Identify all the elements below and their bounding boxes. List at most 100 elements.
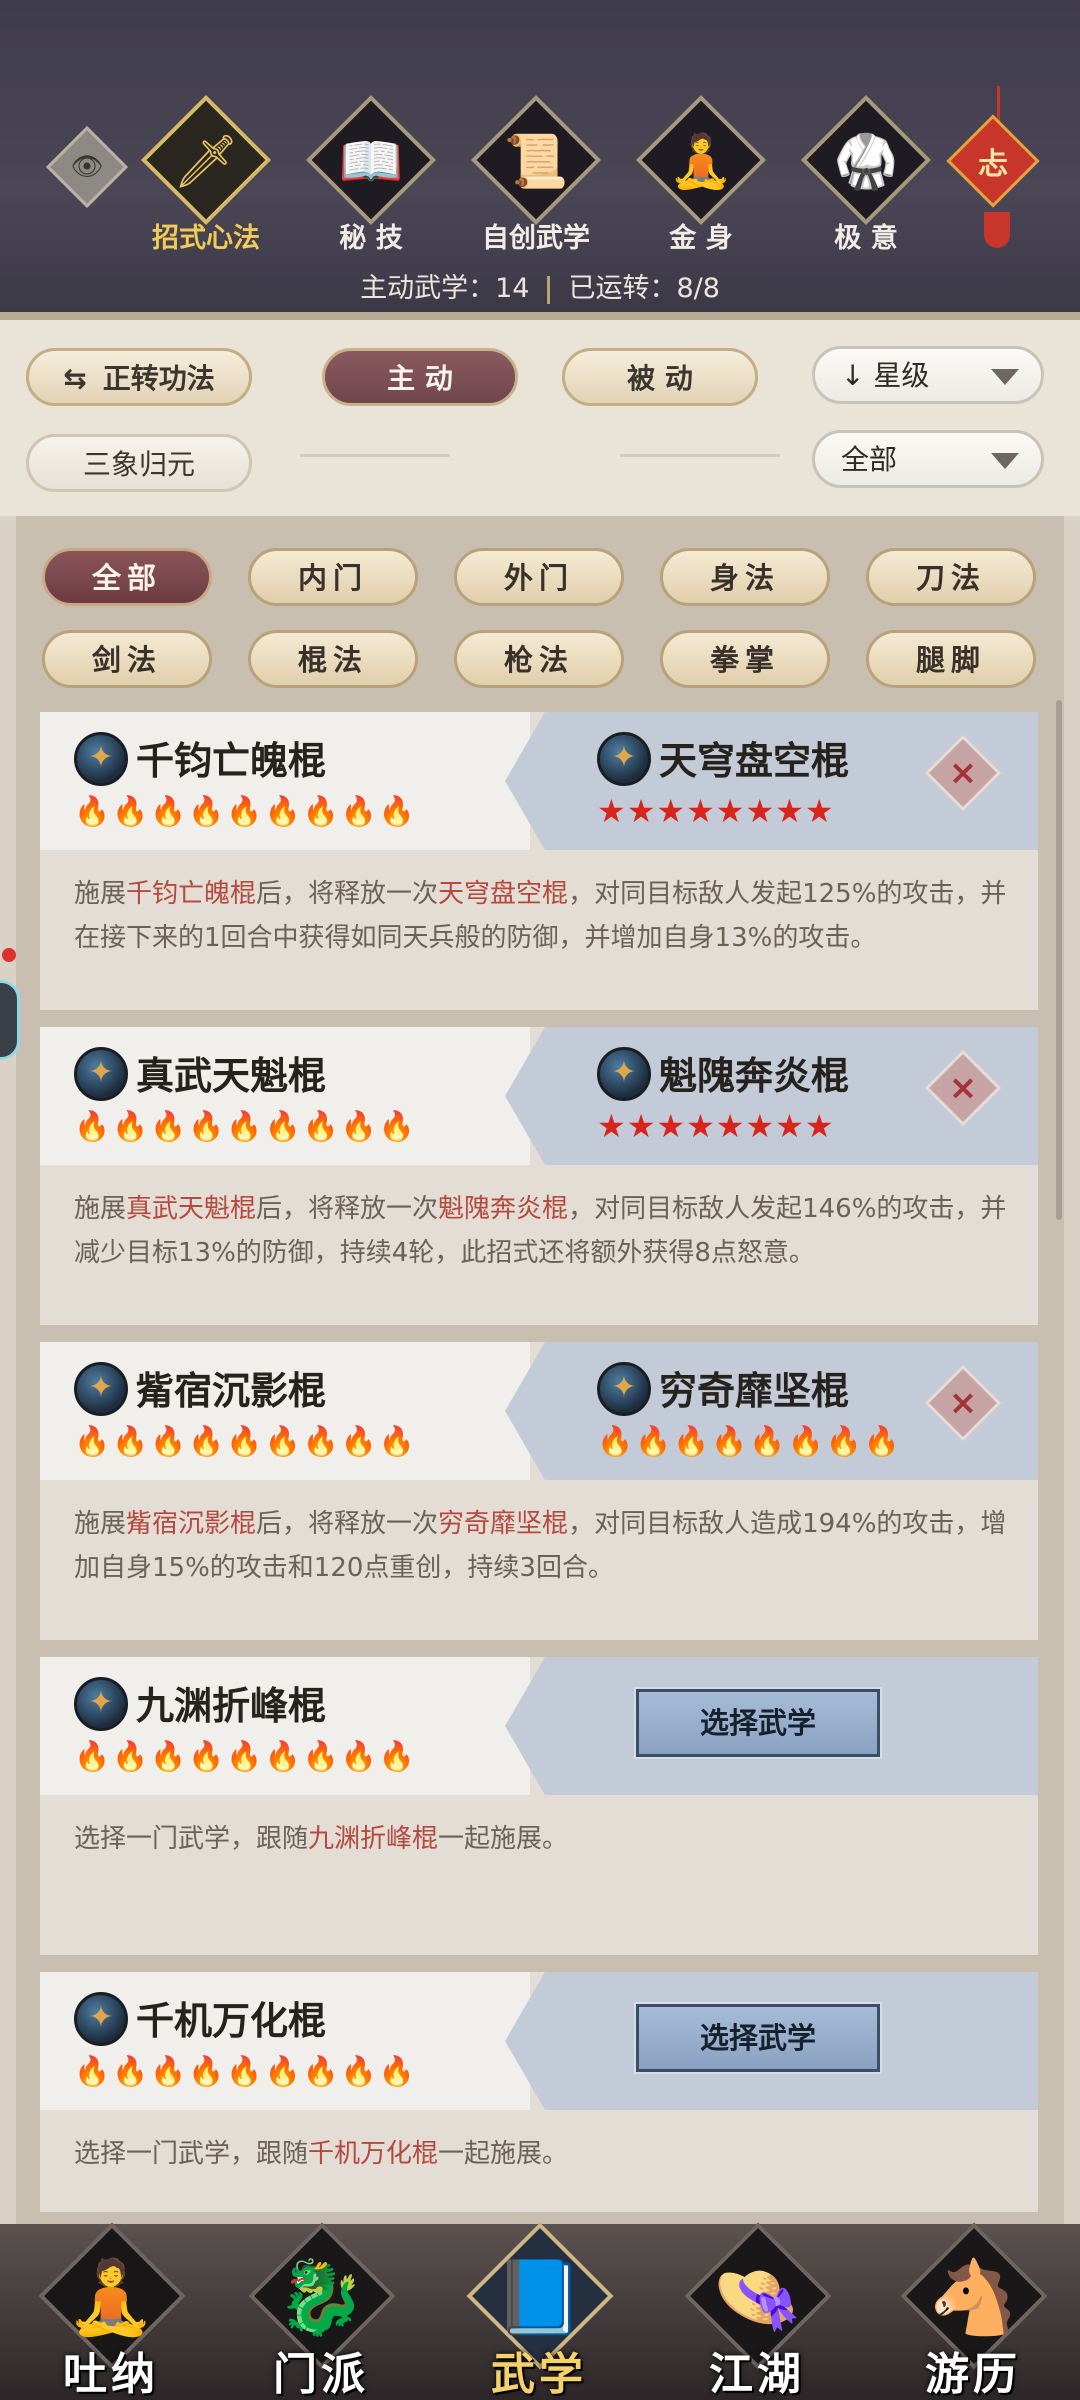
desc-highlight: 千钧亡魄棍 — [126, 879, 257, 909]
close-icon: × — [948, 1068, 978, 1108]
primary-skill-name: 九渊折峰棍 — [136, 1684, 327, 1728]
divider-ornament-left — [300, 454, 450, 457]
nav-label: 门派 — [273, 2349, 369, 2400]
scroll-icon: 📜 — [503, 132, 569, 192]
scrollbar[interactable] — [1056, 700, 1062, 1220]
martial-book-icon: 📘 — [494, 2255, 584, 2339]
straw-hat-icon: 👒 — [712, 2255, 802, 2339]
staff-skill-icon: ✦ — [597, 1047, 651, 1101]
nav-label: 武学 — [491, 2349, 587, 2400]
side-drawer-handle[interactable] — [0, 980, 20, 1060]
skill-combo-card: ✦ 真武天魁棍 🔥🔥🔥🔥🔥🔥🔥🔥🔥 ✦ 魁隗奔炎棍 ★★★★★★★★ × 施展真… — [40, 1027, 1038, 1325]
tab-moves-and-methods[interactable]: 🗡 招式心法 — [136, 94, 276, 254]
tab-self-created[interactable]: 📜 自创武学 — [466, 94, 606, 254]
desc-highlight: 天穹盘空棍 — [438, 879, 569, 909]
type-tag-outer[interactable]: 外门 — [454, 548, 624, 606]
sort-label: 星级 — [873, 359, 930, 392]
desc-highlight: 觜宿沉影棍 — [126, 1509, 257, 1539]
notification-dot — [2, 948, 16, 962]
close-icon: × — [948, 1383, 978, 1423]
nav-travel[interactable]: 🐴 游历 — [898, 2222, 1048, 2400]
primary-skill-name: 真武天魁棍 — [136, 1054, 327, 1098]
type-tag-staff[interactable]: 棍法 — [248, 630, 418, 688]
flame-rating: 🔥🔥🔥🔥🔥🔥🔥🔥🔥 — [74, 1109, 417, 1143]
skill-description: 选择一门武学，跟随九渊折峰棍一起施展。 — [74, 1817, 1014, 1861]
type-tag-all[interactable]: 全部 — [42, 548, 212, 606]
linked-skill-name: 穷奇靡坚棍 — [659, 1369, 850, 1413]
staff-skill-icon: ✦ — [74, 1047, 128, 1101]
tab-ultimate-intent[interactable]: 🥋 极 意 — [796, 94, 936, 254]
type-tag-leg[interactable]: 腿脚 — [866, 630, 1036, 688]
staff-skill-icon: ✦ — [74, 732, 128, 786]
star-rating: ★★★★★★★★ — [597, 792, 835, 830]
primary-skill-name: 千机万化棍 — [136, 1999, 327, 2043]
type-tag-movement[interactable]: 身法 — [660, 548, 830, 606]
desc-text: 选择一门武学，跟随 — [74, 1824, 309, 1854]
view-toggle-button[interactable]: 👁 — [45, 125, 129, 209]
type-tag-sword[interactable]: 剑法 — [42, 630, 212, 688]
staff-skill-icon: ✦ — [74, 1677, 128, 1731]
tab-label: 自创武学 — [482, 223, 590, 254]
type-tag-inner[interactable]: 内门 — [248, 548, 418, 606]
skill-description: 施展真武天魁棍后，将释放一次魁隗奔炎棍，对同目标敌人发起146%的攻击，并减少目… — [74, 1187, 1014, 1275]
martial-stats: 主动武学：14 已运转：8/8 — [0, 266, 1080, 305]
type-tag-spear[interactable]: 枪法 — [454, 630, 624, 688]
skill-combo-card: ✦ 九渊折峰棍 🔥🔥🔥🔥🔥🔥🔥🔥🔥 选择武学 选择一门武学，跟随九渊折峰棍一起施… — [40, 1657, 1038, 1955]
chevron-down-icon — [991, 369, 1019, 385]
linked-skill-name: 天穹盘空棍 — [659, 739, 850, 783]
nav-sect[interactable]: 🐉 门派 — [246, 2222, 396, 2400]
linked-skill-name: 魁隗奔炎棍 — [659, 1054, 850, 1098]
select-martial-button[interactable]: 选择武学 — [634, 2002, 882, 2074]
tab-active-label: 主 动 — [387, 362, 453, 395]
eye-icon: 👁 — [70, 152, 104, 182]
primary-skill[interactable]: ✦ 觜宿沉影棍 🔥🔥🔥🔥🔥🔥🔥🔥🔥 — [40, 1342, 530, 1480]
desc-highlight: 千机万化棍 — [308, 2139, 439, 2169]
type-tag-fist[interactable]: 拳掌 — [660, 630, 830, 688]
nav-label: 游历 — [925, 2349, 1021, 2400]
filter-dropdown[interactable]: 全部 — [812, 430, 1044, 488]
skill-description: 施展千钧亡魄棍后，将释放一次天穹盘空棍，对同目标敌人发起125%的攻击，并在接下… — [74, 872, 1014, 960]
book-icon: 📖 — [338, 132, 404, 192]
header-divider — [0, 312, 1080, 320]
lucky-charm-button[interactable]: 忐 — [946, 114, 1040, 208]
desc-highlight: 真武天魁棍 — [126, 1194, 257, 1224]
sort-arrow-icon: ↓ — [841, 359, 865, 392]
primary-skill[interactable]: ✦ 真武天魁棍 🔥🔥🔥🔥🔥🔥🔥🔥🔥 — [40, 1027, 530, 1165]
flame-rating: 🔥🔥🔥🔥🔥🔥🔥🔥🔥 — [74, 1739, 417, 1773]
sort-dropdown[interactable]: ↓ 星级 — [812, 346, 1044, 404]
flame-rating: 🔥🔥🔥🔥🔥🔥🔥🔥🔥 — [74, 1424, 417, 1458]
tab-passive-label: 被 动 — [627, 362, 693, 395]
primary-skill[interactable]: ✦ 千机万化棍 🔥🔥🔥🔥🔥🔥🔥🔥🔥 — [40, 1972, 530, 2110]
skill-description: 施展觜宿沉影棍后，将释放一次穷奇靡坚棍，对同目标敌人造成194%的攻击，增加自身… — [74, 1502, 1014, 1590]
desc-text: 后，将释放一次 — [256, 879, 439, 909]
skill-description: 选择一门武学，跟随千机万化棍一起施展。 — [74, 2132, 1014, 2176]
tab-label: 金 身 — [669, 223, 733, 254]
charm-glyph: 忐 — [978, 147, 1008, 182]
desc-text: 施展 — [74, 879, 127, 909]
switch-method-button[interactable]: ⇆ 正转功法 — [26, 348, 252, 406]
sanxiang-button[interactable]: 三象归元 — [26, 434, 252, 492]
nav-tuna[interactable]: 🧘 吐纳 — [36, 2222, 186, 2400]
desc-highlight: 九渊折峰棍 — [308, 1824, 439, 1854]
primary-skill[interactable]: ✦ 千钧亡魄棍 🔥🔥🔥🔥🔥🔥🔥🔥🔥 — [40, 712, 530, 850]
primary-skill-name: 千钧亡魄棍 — [136, 739, 327, 783]
nav-jianghu[interactable]: 👒 江湖 — [682, 2222, 832, 2400]
close-icon: × — [948, 753, 978, 793]
staff-skill-icon: ✦ — [597, 732, 651, 786]
staff-skill-icon: ✦ — [74, 1992, 128, 2046]
skill-combo-card: ✦ 觜宿沉影棍 🔥🔥🔥🔥🔥🔥🔥🔥🔥 ✦ 穷奇靡坚棍 🔥🔥🔥🔥🔥🔥🔥🔥 × 施展觜… — [40, 1342, 1038, 1640]
skill-combo-card: ✦ 千钧亡魄棍 🔥🔥🔥🔥🔥🔥🔥🔥🔥 ✦ 天穹盘空棍 ★★★★★★★★ × 施展千… — [40, 712, 1038, 1010]
tab-label: 招式心法 — [152, 223, 260, 254]
tab-golden-body[interactable]: 🧘 金 身 — [631, 94, 771, 254]
type-tag-saber[interactable]: 刀法 — [866, 548, 1036, 606]
tab-passive-skills[interactable]: 被 动 — [562, 348, 758, 406]
tab-secret-skills[interactable]: 📖 秘 技 — [301, 94, 441, 254]
select-martial-button[interactable]: 选择武学 — [634, 1687, 882, 1759]
nav-martial-arts[interactable]: 📘 武学 — [464, 2222, 614, 2400]
tab-label: 秘 技 — [339, 223, 403, 254]
skill-combo-card: ✦ 千机万化棍 🔥🔥🔥🔥🔥🔥🔥🔥🔥 选择武学 选择一门武学，跟随千机万化棍一起施… — [40, 1972, 1038, 2212]
primary-skill-name: 觜宿沉影棍 — [136, 1369, 327, 1413]
tab-active-skills[interactable]: 主 动 — [322, 348, 518, 406]
desc-highlight: 穷奇靡坚棍 — [438, 1509, 569, 1539]
primary-skill[interactable]: ✦ 九渊折峰棍 🔥🔥🔥🔥🔥🔥🔥🔥🔥 — [40, 1657, 530, 1795]
